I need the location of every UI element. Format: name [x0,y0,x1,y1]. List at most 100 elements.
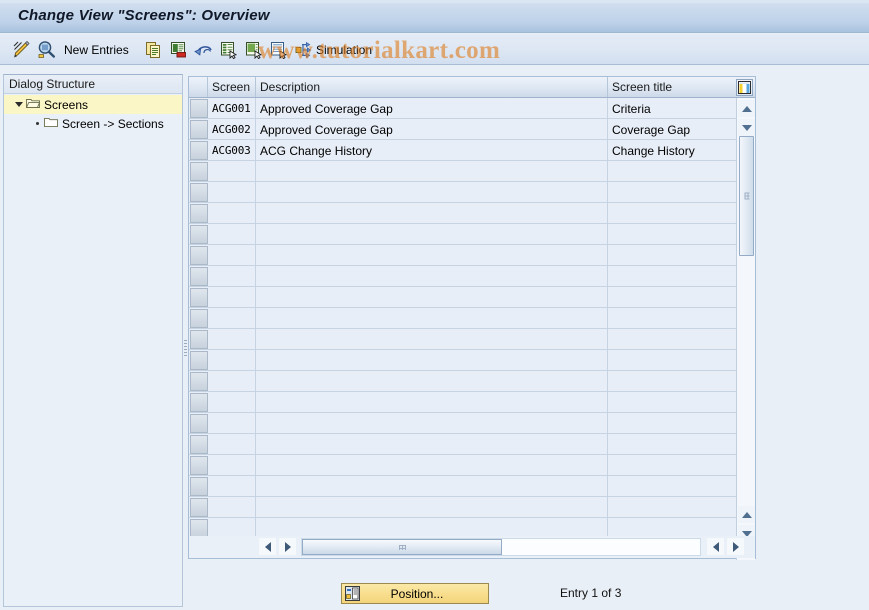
table-cell-screen[interactable]: ACG002 [208,119,256,140]
scroll-right-end-icon[interactable] [727,538,744,555]
row-selector-button[interactable] [190,476,208,496]
row-selector-button[interactable] [190,371,208,391]
table-cell-description[interactable] [256,266,608,287]
table-row[interactable] [189,455,737,476]
table-cell-screen_title[interactable] [608,350,737,371]
table-cell-screen[interactable] [208,350,256,371]
table-row[interactable] [189,329,737,350]
table-cell-screen[interactable] [208,455,256,476]
table-cell-screen_title[interactable] [608,203,737,224]
table-cell-screen_title[interactable]: Change History [608,140,737,161]
table-cell-screen[interactable] [208,308,256,329]
row-selector-button[interactable] [190,308,208,328]
sidebar-item-screen-sections[interactable]: Screen -> Sections [4,114,182,133]
copy-as-icon[interactable] [143,39,165,60]
table-cell-screen[interactable] [208,182,256,203]
position-button[interactable]: Position... [341,583,489,604]
table-cell-description[interactable] [256,224,608,245]
table-cell-screen[interactable] [208,224,256,245]
table-cell-description[interactable] [256,455,608,476]
table-cell-screen_title[interactable]: Coverage Gap [608,119,737,140]
table-cell-screen_title[interactable] [608,413,737,434]
table-cell-screen_title[interactable] [608,161,737,182]
row-selector-button[interactable] [190,434,208,454]
table-cell-description[interactable] [256,203,608,224]
table-cell-screen[interactable] [208,392,256,413]
scroll-left-end-icon[interactable] [707,538,724,555]
expand-collapse-triangle-icon[interactable] [12,95,26,114]
table-row[interactable] [189,203,737,224]
table-row[interactable] [189,245,737,266]
table-cell-screen_title[interactable] [608,329,737,350]
table-cell-description[interactable]: Approved Coverage Gap [256,119,608,140]
display-change-icon[interactable] [10,39,32,60]
table-cell-screen_title[interactable] [608,287,737,308]
table-row[interactable] [189,308,737,329]
table-row[interactable] [189,182,737,203]
table-cell-description[interactable] [256,497,608,518]
scroll-down-icon[interactable] [738,119,755,136]
column-header-screen[interactable]: Screen [208,77,256,97]
column-header-description[interactable]: Description [256,77,608,97]
table-cell-description[interactable] [256,350,608,371]
table-row[interactable] [189,413,737,434]
table-cell-screen[interactable]: ACG003 [208,140,256,161]
table-cell-screen_title[interactable] [608,434,737,455]
row-selector-button[interactable] [190,518,208,538]
deselect-all-icon[interactable] [243,39,265,60]
table-vertical-scrollbar[interactable] [736,98,755,560]
table-row[interactable] [189,350,737,371]
row-selector-button[interactable] [190,350,208,370]
table-cell-screen_title[interactable] [608,266,737,287]
table-row[interactable] [189,497,737,518]
table-cell-description[interactable] [256,371,608,392]
table-cell-screen[interactable] [208,371,256,392]
row-selector-button[interactable] [190,455,208,475]
table-settings-icon[interactable] [736,79,753,96]
row-selector-button[interactable] [190,140,208,160]
table-row[interactable]: ACG003 ACG Change History Change History [189,140,737,161]
simulation-button[interactable]: Simulation [316,40,372,59]
table-cell-description[interactable] [256,434,608,455]
table-cell-screen[interactable] [208,245,256,266]
table-cell-screen[interactable] [208,518,256,538]
row-selector-button[interactable] [190,224,208,244]
table-cell-screen_title[interactable] [608,224,737,245]
table-cell-screen[interactable] [208,203,256,224]
table-horizontal-scrollbar[interactable] [189,536,755,558]
row-selector-button[interactable] [190,203,208,223]
row-selector-button[interactable] [190,245,208,265]
table-cell-screen[interactable] [208,287,256,308]
table-cell-screen[interactable]: ACG001 [208,98,256,119]
table-cell-screen[interactable] [208,434,256,455]
table-cell-description[interactable] [256,161,608,182]
simulation-icon[interactable] [292,39,314,60]
table-cell-description[interactable] [256,476,608,497]
row-selector-button[interactable] [190,161,208,181]
column-header-screen-title[interactable]: Screen title [608,77,737,97]
row-selector-button[interactable] [190,413,208,433]
delete-icon[interactable] [168,39,190,60]
table-cell-screen[interactable] [208,329,256,350]
table-row[interactable] [189,266,737,287]
table-cell-description[interactable] [256,245,608,266]
table-cell-screen_title[interactable] [608,518,737,538]
table-row[interactable] [189,476,737,497]
row-selector-button[interactable] [190,329,208,349]
table-cell-screen[interactable] [208,266,256,287]
table-row[interactable] [189,518,737,538]
table-cell-description[interactable]: ACG Change History [256,140,608,161]
table-cell-description[interactable] [256,287,608,308]
row-selector-button[interactable] [190,392,208,412]
table-cell-screen_title[interactable] [608,392,737,413]
row-selector-button[interactable] [190,266,208,286]
scroll-left-icon[interactable] [259,538,276,555]
table-cell-description[interactable]: Approved Coverage Gap [256,98,608,119]
horizontal-scroll-thumb[interactable] [302,539,502,555]
table-row[interactable] [189,434,737,455]
row-selector-button[interactable] [190,182,208,202]
table-cell-screen[interactable] [208,161,256,182]
table-row[interactable] [189,287,737,308]
table-cell-description[interactable] [256,329,608,350]
select-block-icon[interactable] [268,39,290,60]
